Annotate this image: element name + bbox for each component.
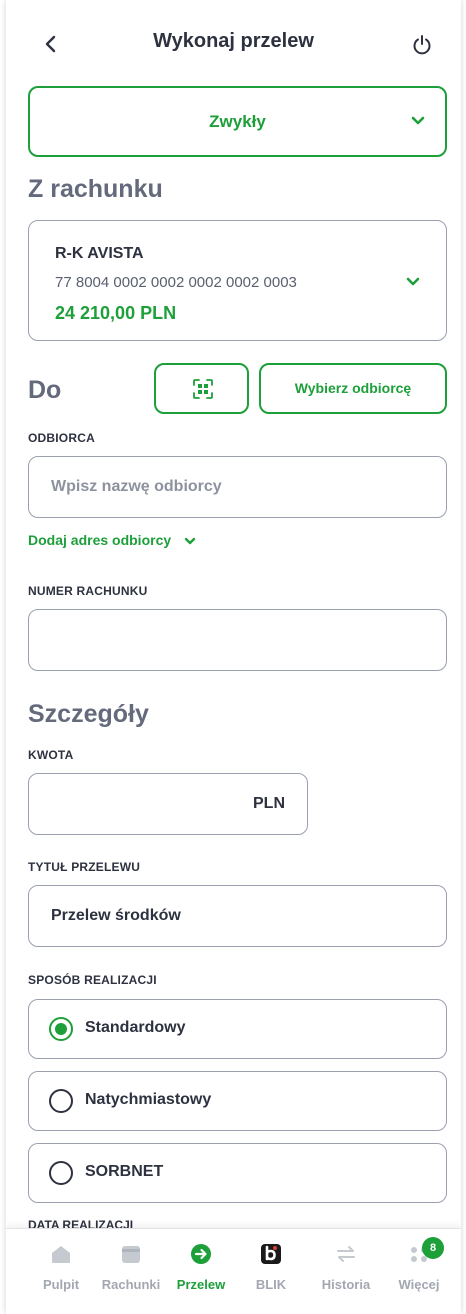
account-name: R-K AVISTA xyxy=(55,245,144,262)
nav-item-blik[interactable]: BLIK xyxy=(236,1229,306,1314)
power-icon xyxy=(413,35,431,55)
qr-scan-icon xyxy=(193,379,213,399)
radio-unselected-icon xyxy=(49,1089,73,1113)
transfer-title-value: Przelew środków xyxy=(51,907,181,924)
nav-item-historia[interactable]: Historia xyxy=(311,1229,381,1314)
method-option-label: SORBNET xyxy=(85,1163,164,1180)
method-label: SPOSÓB REALIZACJI xyxy=(28,973,157,987)
choose-recipient-label: Wybierz odbiorcę xyxy=(294,380,412,396)
source-account-select[interactable]: R-K AVISTA 77 8004 0002 0002 0002 0002 0… xyxy=(28,220,447,341)
recipient-input[interactable]: Wpisz nazwę odbiorcy xyxy=(28,456,447,518)
nav-item-wiecej[interactable]: 8 Więcej xyxy=(384,1229,454,1314)
add-address-label: Dodaj adres odbiorcy xyxy=(28,532,172,548)
method-option-label: Natychmiastowy xyxy=(85,1091,212,1108)
transfer-title-label: TYTUŁ PRZELEWU xyxy=(28,860,141,874)
recipient-placeholder: Wpisz nazwę odbiorcy xyxy=(51,478,222,495)
nav-item-przelew[interactable]: Przelew xyxy=(166,1229,236,1314)
bottom-nav: Pulpit Rachunki Przelew BLIK Historia 8 … xyxy=(6,1228,461,1314)
method-option-standard[interactable]: Standardowy xyxy=(28,999,447,1059)
nav-item-pulpit[interactable]: Pulpit xyxy=(26,1229,96,1314)
details-section-title: Szczegóły xyxy=(28,700,149,728)
nav-item-rachunki[interactable]: Rachunki xyxy=(96,1229,166,1314)
to-section-title: Do xyxy=(28,376,62,404)
chevron-down-icon xyxy=(411,116,425,125)
nav-label: Więcej xyxy=(398,1277,440,1292)
add-recipient-address-toggle[interactable]: Dodaj adres odbiorcy xyxy=(28,532,197,548)
blik-icon xyxy=(261,1244,281,1264)
account-number-input[interactable] xyxy=(28,609,447,671)
chevron-down-icon xyxy=(406,277,420,286)
method-option-instant[interactable]: Natychmiastowy xyxy=(28,1071,447,1131)
account-balance: 24 210,00 PLN xyxy=(55,303,177,323)
transfer-title-input[interactable]: Przelew środków xyxy=(28,885,447,947)
transfer-type-select[interactable]: Zwykły xyxy=(28,86,447,157)
recipient-label: ODBIORCA xyxy=(28,431,95,445)
amount-label: KWOTA xyxy=(28,748,74,762)
account-number-label: NUMER RACHUNKU xyxy=(28,584,148,598)
arrow-right-circle-icon xyxy=(191,1244,211,1264)
scan-qr-button[interactable] xyxy=(154,363,249,414)
radio-selected-icon xyxy=(49,1017,73,1041)
nav-label: BLIK xyxy=(255,1277,287,1292)
wallet-icon xyxy=(122,1246,140,1263)
nav-label: Historia xyxy=(321,1277,371,1292)
account-number: 77 8004 0002 0002 0002 0002 0003 xyxy=(55,274,297,291)
chevron-down-icon xyxy=(184,538,196,545)
more-badge: 8 xyxy=(422,1237,444,1259)
header: Wykonaj przelew xyxy=(6,0,461,90)
method-option-sorbnet[interactable]: SORBNET xyxy=(28,1143,447,1203)
amount-input[interactable]: PLN xyxy=(28,773,308,835)
page-title: Wykonaj przelew xyxy=(153,30,314,52)
radio-unselected-icon xyxy=(49,1161,73,1185)
swap-arrows-icon xyxy=(337,1246,355,1262)
home-icon xyxy=(52,1246,70,1263)
from-section-title: Z rachunku xyxy=(28,175,163,203)
app-screen: Wykonaj przelew Zwykły Z rachunku R-K AV… xyxy=(6,0,461,1314)
choose-recipient-button[interactable]: Wybierz odbiorcę xyxy=(259,363,447,414)
logout-button[interactable] xyxy=(411,34,433,56)
method-option-label: Standardowy xyxy=(85,1019,186,1036)
currency-label: PLN xyxy=(253,795,285,812)
transfer-type-value: Zwykły xyxy=(209,112,266,131)
